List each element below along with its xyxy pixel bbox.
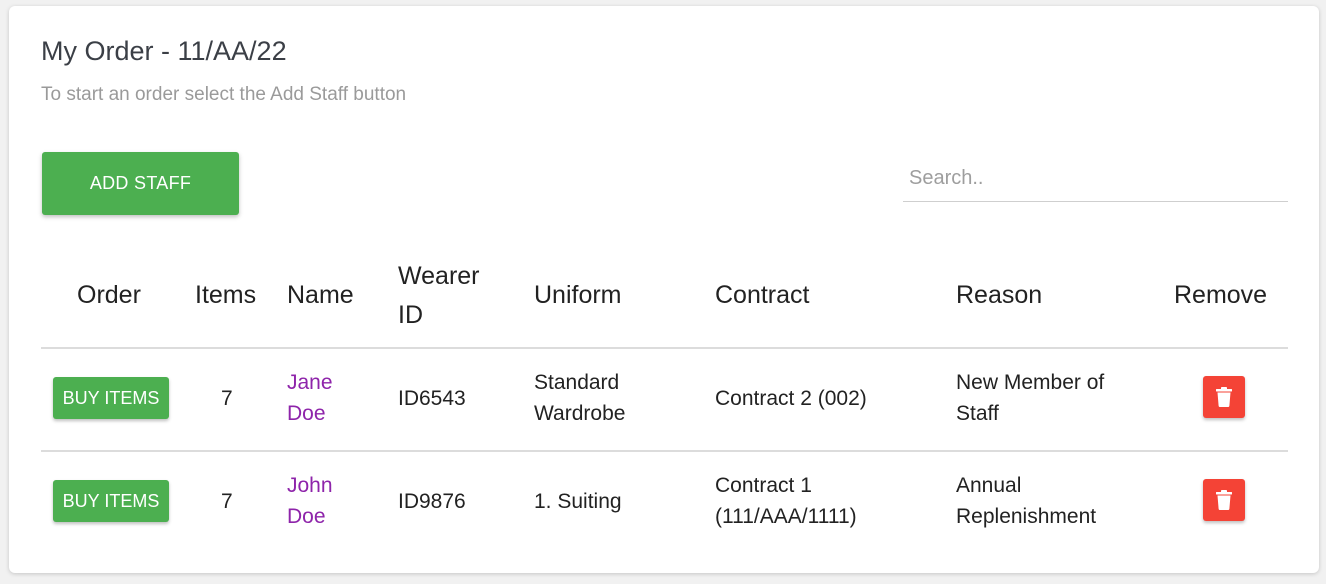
reason-line: Annual (956, 474, 1022, 497)
page-subtitle: To start an order select the Add Staff b… (41, 84, 407, 105)
contract-line: Contract 2 (002) (715, 387, 867, 410)
contract-cell: Contract 1 (111/AAA/1111) (715, 470, 857, 532)
staff-name-link[interactable]: Jane Doe (287, 367, 333, 429)
reason-line: New Member of (956, 371, 1105, 394)
header-uniform: Uniform (534, 281, 622, 309)
remove-button[interactable] (1203, 376, 1245, 418)
reason-line: Staff (956, 402, 999, 425)
header-items: Items (195, 281, 257, 309)
contract-cell: Contract 2 (002) (715, 383, 867, 414)
header-wearer-id: Wearer ID (398, 257, 480, 335)
staff-table: Order Items Name Wearer ID Uniform Contr… (41, 244, 1288, 553)
uniform-line: Standard (534, 371, 620, 394)
uniform-cell: Standard Wardrobe (534, 367, 625, 429)
items-count: 7 (221, 387, 233, 410)
reason-cell: New Member of Staff (956, 367, 1104, 429)
trash-icon (1216, 490, 1232, 510)
items-count: 7 (221, 490, 233, 513)
add-staff-button[interactable]: ADD STAFF (42, 152, 239, 215)
table-header: Order Items Name Wearer ID Uniform Contr… (41, 244, 1288, 349)
header-order: Order (77, 281, 141, 309)
table-row: BUY ITEMS 7 John Doe ID9876 1. Suiting C… (41, 452, 1288, 553)
remove-button[interactable] (1203, 479, 1245, 521)
table-row: BUY ITEMS 7 Jane Doe ID6543 Standard War… (41, 349, 1288, 452)
trash-icon (1216, 387, 1232, 407)
uniform-cell: 1. Suiting (534, 486, 622, 517)
header-remove: Remove (1174, 281, 1268, 309)
search-input[interactable] (903, 156, 1288, 202)
contract-line: Contract 1 (715, 474, 812, 497)
contract-line: (111/AAA/1111) (715, 505, 857, 528)
wearer-id: ID6543 (398, 387, 466, 410)
staff-last-name: Doe (287, 402, 326, 425)
staff-first-name: Jane (287, 371, 333, 394)
header-reason: Reason (956, 281, 1043, 309)
staff-first-name: John (287, 474, 333, 497)
header-contract: Contract (715, 281, 810, 309)
buy-items-button[interactable]: BUY ITEMS (53, 377, 169, 419)
staff-name-link[interactable]: John Doe (287, 470, 333, 532)
order-card: My Order - 11/AA/22 To start an order se… (9, 6, 1319, 573)
uniform-line: Wardrobe (534, 402, 626, 425)
buy-items-button[interactable]: BUY ITEMS (53, 480, 169, 522)
wearer-id: ID9876 (398, 490, 466, 513)
uniform-line: 1. Suiting (534, 490, 622, 513)
reason-line: Replenishment (956, 505, 1097, 528)
staff-last-name: Doe (287, 505, 326, 528)
header-wearer-id-line1: Wearer (398, 262, 480, 290)
header-wearer-id-line2: ID (398, 301, 423, 329)
reason-cell: Annual Replenishment (956, 470, 1096, 532)
header-name: Name (287, 281, 354, 309)
page-title: My Order - 11/AA/22 (41, 36, 287, 66)
